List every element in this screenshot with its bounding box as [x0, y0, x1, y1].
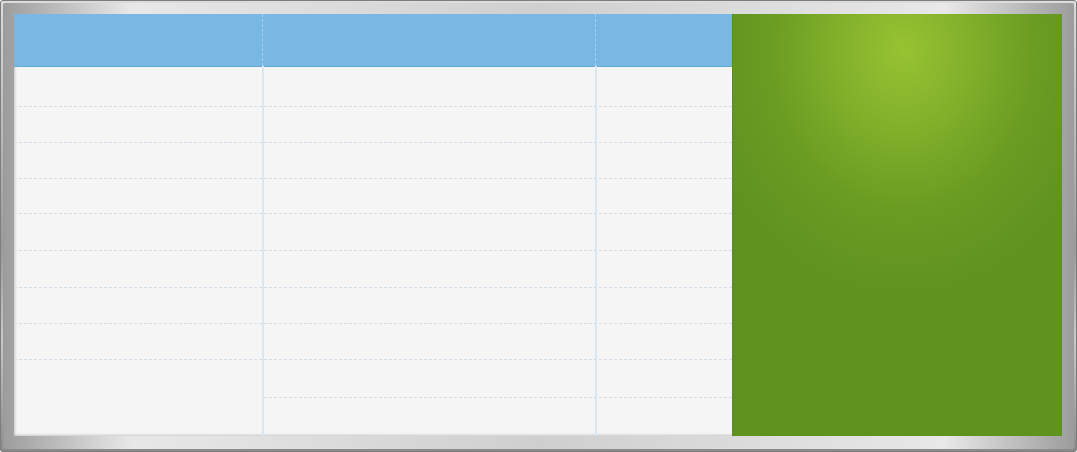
- table-header-cell-3: [595, 14, 732, 66]
- side-panel: [732, 14, 1062, 436]
- column-divider: [595, 66, 597, 436]
- monitor-frame: [0, 0, 1077, 452]
- table-row-divider: [14, 106, 732, 107]
- table-row-divider: [14, 142, 732, 143]
- table-header-cell-1: [14, 14, 262, 66]
- table-row-divider: [14, 287, 732, 288]
- table-header-cell-2: [262, 14, 595, 66]
- table-row-divider: [14, 213, 732, 214]
- column-divider: [262, 66, 264, 436]
- table-header-row: [14, 14, 732, 66]
- table-row-divider: [264, 397, 732, 398]
- table-row-divider: [14, 250, 732, 251]
- screen: [14, 14, 1062, 436]
- table-row-divider: [14, 178, 732, 179]
- schedule-board: [14, 14, 732, 436]
- table-row-divider: [14, 323, 732, 324]
- table-row-divider: [14, 359, 732, 360]
